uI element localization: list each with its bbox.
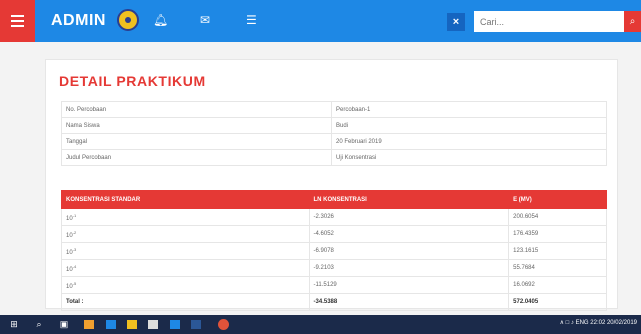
exponent: -4 <box>72 263 77 269</box>
total-ln: -34.5388 <box>308 293 510 311</box>
concentration-cell: 10-4 <box>61 259 310 277</box>
logo <box>117 9 139 31</box>
table-row: 10-1 -2.3026 200.6054 <box>61 208 607 226</box>
search-taskbar-icon[interactable]: ⌕ <box>34 319 44 330</box>
table-row: 10-3 -6.9078 123.1615 <box>61 242 607 260</box>
page-title: DETAIL PRAKTIKUM <box>59 73 206 89</box>
ln-cell: -4.6052 <box>308 225 510 243</box>
table-row: 10-5 -11.5129 16.0692 <box>61 276 607 294</box>
menu-icon-bar <box>11 20 24 22</box>
app-icon[interactable] <box>170 320 180 329</box>
info-value: Budi <box>331 117 607 134</box>
language-indicator[interactable]: ENG <box>576 320 589 326</box>
clock-date[interactable]: 20/02/2019 <box>607 320 637 326</box>
column-header: KONSENTRASI STANDAR <box>61 190 310 209</box>
ln-cell: -6.9078 <box>308 242 510 260</box>
info-value: Percobaan-1 <box>331 101 607 118</box>
base: 10 <box>66 232 73 239</box>
total-row: Total : -34.5388 572.0405 <box>61 293 607 311</box>
os-taskbar: ⊞ ⌕ ▣ ∧ □ ♪ ENG 22:02 20/02/2019 <box>0 315 641 334</box>
info-row: No. Percobaan Percobaan-1 <box>61 101 607 118</box>
search-icon[interactable]: ⌕ <box>624 11 641 32</box>
info-label: Tanggal <box>61 133 332 150</box>
bell-icon[interactable]: 🔔︎ <box>153 13 168 27</box>
ln-cell: -11.5129 <box>308 276 510 294</box>
exponent: -3 <box>72 246 77 252</box>
tray-icons: ∧ □ ♪ <box>559 320 576 326</box>
detail-card: DETAIL PRAKTIKUM No. Percobaan Percobaan… <box>45 59 618 311</box>
total-label: Total : <box>61 293 310 311</box>
exponent: -5 <box>72 280 77 286</box>
base: 10 <box>66 266 73 273</box>
task-view-icon[interactable]: ▣ <box>59 319 69 330</box>
info-label: Judul Percobaan <box>61 149 332 166</box>
table-header-row: KONSENTRASI STANDAR LN KONSENTRASI E (MV… <box>61 190 607 209</box>
app-icon[interactable] <box>148 320 158 329</box>
info-row: Judul Percobaan Uji Konsentrasi <box>61 149 607 166</box>
ln-cell: -2.3026 <box>308 208 510 226</box>
concentration-cell: 10-3 <box>61 242 310 260</box>
brand-title[interactable]: ADMIN <box>51 12 106 30</box>
table-row: 10-2 -4.6052 176.4359 <box>61 225 607 243</box>
info-label: Nama Siswa <box>61 117 332 134</box>
concentration-cell: 10-1 <box>61 208 310 226</box>
e-cell: 176.4359 <box>508 225 607 243</box>
search-input[interactable] <box>474 11 624 32</box>
menu-icon-bar <box>11 25 24 27</box>
total-e: 572.0405 <box>508 293 607 311</box>
base: 10 <box>66 283 73 290</box>
exponent: -2 <box>72 229 77 235</box>
info-value: Uji Konsentrasi <box>331 149 607 166</box>
app-icon[interactable] <box>106 320 116 329</box>
ln-cell: -9.2103 <box>308 259 510 277</box>
column-header: E (MV) <box>508 190 607 209</box>
chrome-icon[interactable] <box>218 319 229 330</box>
clear-search-button[interactable]: × <box>447 13 465 31</box>
info-value: 20 Februari 2019 <box>331 133 607 150</box>
concentration-cell: 10-2 <box>61 225 310 243</box>
base: 10 <box>66 249 73 256</box>
windows-start-icon[interactable]: ⊞ <box>8 319 20 330</box>
folder-icon[interactable] <box>127 320 137 329</box>
base: 10 <box>66 215 73 222</box>
info-row: Tanggal 20 Februari 2019 <box>61 133 607 150</box>
e-cell: 16.0692 <box>508 276 607 294</box>
info-row: Nama Siswa Budi <box>61 117 607 134</box>
info-label: No. Percobaan <box>61 101 332 118</box>
clock-time[interactable]: 22:02 <box>590 320 605 326</box>
top-navbar: ADMIN 🔔︎ ✉︎ ☰ × ⌕ <box>0 0 641 42</box>
e-cell: 55.7684 <box>508 259 607 277</box>
app-icon[interactable] <box>84 320 94 329</box>
column-header: LN KONSENTRASI <box>308 190 510 209</box>
system-tray: ∧ □ ♪ ENG 22:02 20/02/2019 <box>560 319 637 326</box>
concentration-table: KONSENTRASI STANDAR LN KONSENTRASI E (MV… <box>61 190 607 311</box>
info-table: No. Percobaan Percobaan-1 Nama Siswa Bud… <box>61 101 607 166</box>
menu-icon-bar <box>11 15 24 17</box>
menu-toggle-button[interactable] <box>0 0 35 42</box>
e-cell: 200.6054 <box>508 208 607 226</box>
list-icon[interactable]: ☰ <box>246 13 257 27</box>
exponent: -1 <box>72 212 77 218</box>
concentration-cell: 10-5 <box>61 276 310 294</box>
e-cell: 123.1615 <box>508 242 607 260</box>
table-row: 10-4 -9.2103 55.7684 <box>61 259 607 277</box>
app-icon[interactable] <box>191 320 201 329</box>
mail-icon[interactable]: ✉︎ <box>200 13 210 27</box>
